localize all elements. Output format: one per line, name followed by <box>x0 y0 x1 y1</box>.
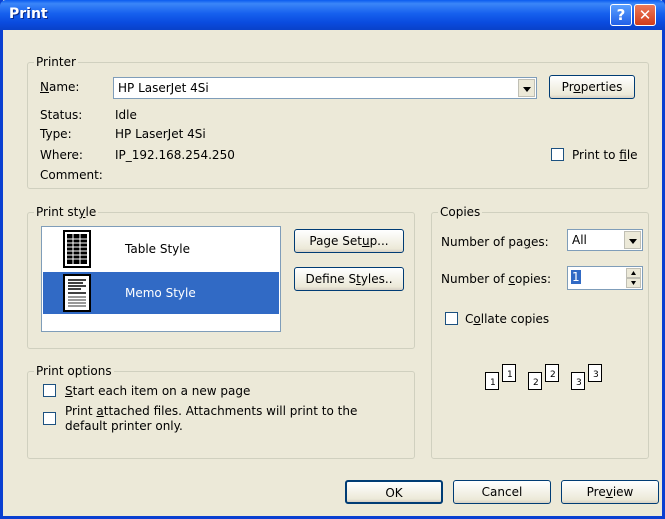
stepper-up-icon[interactable] <box>626 268 641 278</box>
print-to-file-label[interactable]: Print to file <box>572 148 638 162</box>
ok-button[interactable]: OK <box>345 480 443 504</box>
copies-stepper[interactable]: 1 <box>567 266 643 290</box>
new-page-checkbox[interactable] <box>43 384 56 397</box>
type-label: Type: <box>40 127 72 141</box>
new-page-label[interactable]: Start each item on a new page <box>65 384 250 398</box>
collate-page-back: 2 <box>545 364 559 382</box>
name-label: Name: <box>40 80 80 94</box>
pages-select[interactable]: All <box>567 229 643 251</box>
list-item[interactable]: Memo Style <box>43 272 279 314</box>
attached-files-checkbox[interactable] <box>43 412 56 425</box>
where-value: IP_192.168.254.250 <box>115 148 235 162</box>
print-style-legend: Print style <box>34 205 99 219</box>
table-style-icon <box>63 230 91 268</box>
attached-files-label[interactable]: Print attached files. Attachments will p… <box>65 404 357 418</box>
list-item-label: Memo Style <box>125 286 196 300</box>
print-options-legend: Print options <box>34 364 114 378</box>
print-dialog: Print ? ✕ Printer Name: HP LaserJet 4Si … <box>0 0 665 519</box>
window-title: Print <box>9 6 48 22</box>
printer-name-select[interactable]: HP LaserJet 4Si <box>113 77 537 99</box>
define-styles-button[interactable]: Define Styles.. <box>294 267 404 291</box>
chevron-down-icon[interactable] <box>624 231 641 249</box>
where-label: Where: <box>40 148 83 162</box>
page-setup-button[interactable]: Page Setup... <box>294 229 404 253</box>
stepper-down-icon[interactable] <box>626 278 641 288</box>
status-label: Status: <box>40 108 83 122</box>
collate-checkbox[interactable] <box>445 312 458 325</box>
copies-label: Number of copies: <box>441 272 551 286</box>
collate-page-front: 2 <box>528 372 542 390</box>
collate-illustration: 1 1 2 2 3 3 <box>480 356 620 400</box>
type-value: HP LaserJet 4Si <box>115 127 206 141</box>
help-button[interactable]: ? <box>610 4 632 26</box>
memo-style-icon <box>63 274 91 312</box>
list-item-label: Table Style <box>125 242 190 256</box>
copies-value: 1 <box>571 270 581 284</box>
collate-page-back: 1 <box>502 364 516 382</box>
close-button[interactable]: ✕ <box>634 4 656 26</box>
chevron-down-icon[interactable] <box>518 79 535 97</box>
collate-page-front: 3 <box>571 372 585 390</box>
copies-legend: Copies <box>438 205 483 219</box>
collate-page-back: 3 <box>588 364 602 382</box>
printer-legend: Printer <box>34 55 78 69</box>
pages-label: Number of pages: <box>441 235 549 249</box>
attached-files-label-line2: default printer only. <box>65 419 183 433</box>
comment-label: Comment: <box>40 168 103 182</box>
printer-name-value: HP LaserJet 4Si <box>118 81 209 95</box>
stepper-buttons[interactable] <box>626 268 641 288</box>
collate-label[interactable]: Collate copies <box>465 312 549 326</box>
properties-button[interactable]: Properties <box>549 75 635 99</box>
preview-button[interactable]: Preview <box>561 480 659 504</box>
title-bar[interactable]: Print ? ✕ <box>0 0 665 30</box>
print-to-file-checkbox[interactable] <box>551 148 564 161</box>
status-value: Idle <box>115 108 137 122</box>
print-style-list[interactable]: Table Style Memo Style <box>41 226 281 332</box>
list-item[interactable]: Table Style <box>43 228 279 270</box>
pages-value: All <box>572 233 587 247</box>
collate-page-front: 1 <box>485 372 499 390</box>
cancel-button[interactable]: Cancel <box>453 480 551 504</box>
